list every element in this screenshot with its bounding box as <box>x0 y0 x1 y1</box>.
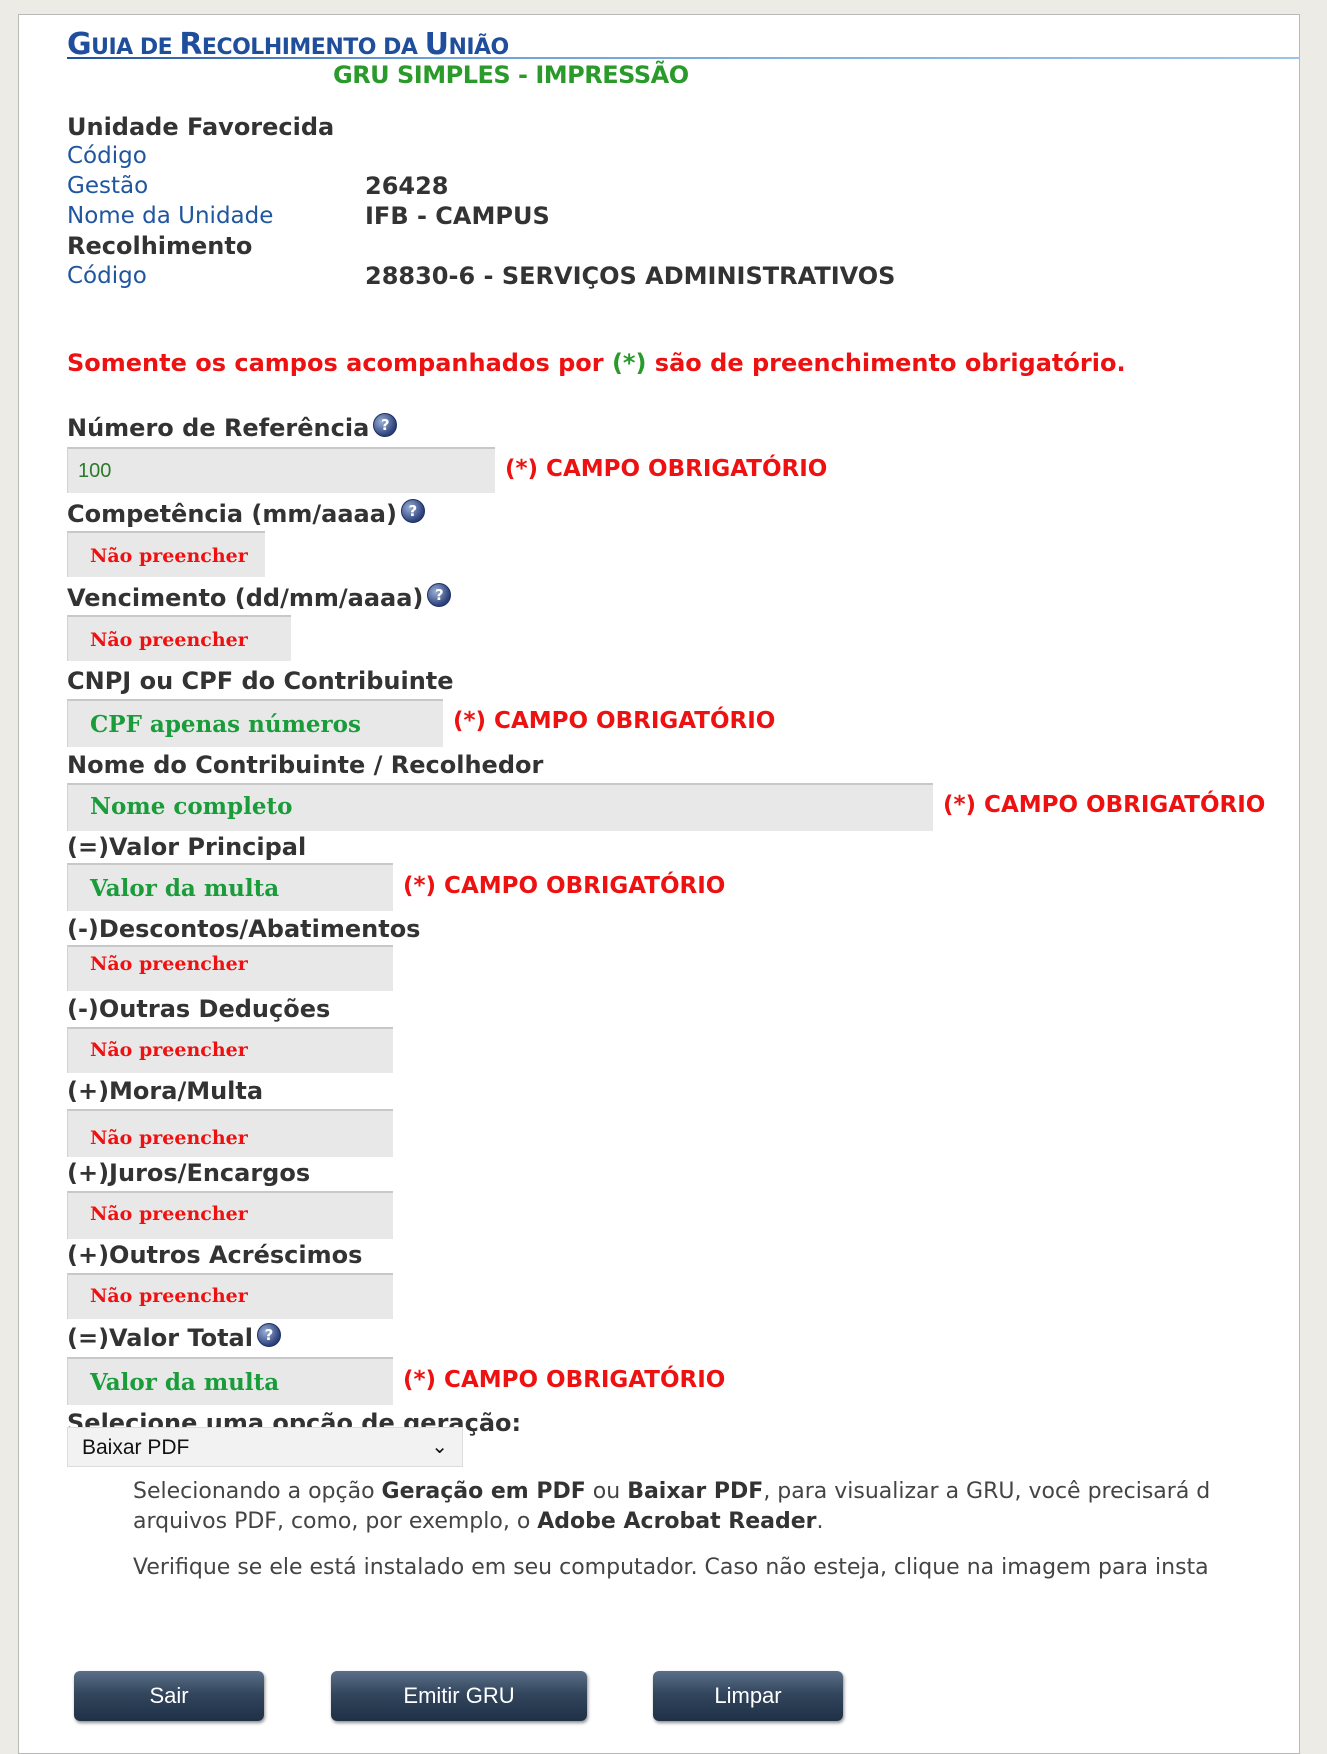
cnpj-cpf-label: CNPJ ou CPF do Contribuinte <box>67 667 454 695</box>
required-marker: (*) CAMPO OBRIGATÓRIO <box>403 1367 726 1393</box>
page-subtitle: GRU SIMPLES - IMPRESSÃO <box>333 61 689 89</box>
cnpj-cpf-input[interactable]: CPF apenas números <box>67 699 443 747</box>
geracao-selected-value: Baixar PDF <box>82 1436 190 1459</box>
sair-button[interactable]: Sair <box>74 1671 264 1721</box>
descontos-input[interactable]: Não preencher <box>67 945 393 991</box>
chevron-down-icon: ⌄ <box>431 1434 448 1458</box>
recolhimento-codigo-value: 28830-6 - SERVIÇOS ADMINISTRATIVOS <box>365 262 896 290</box>
pdf-info-line-1: Selecionando a opção Geração em PDF ou B… <box>133 1479 1211 1504</box>
required-marker: (*) CAMPO OBRIGATÓRIO <box>943 792 1266 818</box>
help-icon[interactable]: ? <box>373 413 398 437</box>
vencimento-input[interactable]: Não preencher <box>67 615 291 661</box>
help-icon[interactable]: ? <box>256 1323 281 1347</box>
limpar-button[interactable]: Limpar <box>653 1671 843 1721</box>
nome-contribuinte-input[interactable]: Nome completo <box>67 783 933 831</box>
descontos-label: (-)Descontos/Abatimentos <box>67 915 421 943</box>
title-underline <box>67 57 1299 59</box>
emitir-gru-button[interactable]: Emitir GRU <box>331 1671 587 1721</box>
nome-unidade-label: Nome da Unidade <box>67 203 274 229</box>
gestao-value: 26428 <box>365 172 449 200</box>
help-icon[interactable]: ? <box>400 499 425 523</box>
numero-referencia-label: Número de Referência? <box>67 413 398 442</box>
geracao-select[interactable]: Baixar PDF ⌄ <box>67 1427 463 1467</box>
unidade-heading: Unidade Favorecida <box>67 113 335 141</box>
recolhimento-codigo-label: Código <box>67 263 147 289</box>
valor-principal-input[interactable]: Valor da multa <box>67 863 393 911</box>
required-notice: Somente os campos acompanhados por (*) s… <box>67 349 1126 377</box>
required-marker: (*) CAMPO OBRIGATÓRIO <box>505 456 828 482</box>
numero-referencia-input[interactable]: 100 <box>67 447 495 493</box>
nome-contribuinte-label: Nome do Contribuinte / Recolhedor <box>67 751 544 779</box>
valor-principal-label: (=)Valor Principal <box>67 833 307 861</box>
mora-multa-label: (+)Mora/Multa <box>67 1077 264 1105</box>
help-icon[interactable]: ? <box>427 583 452 607</box>
nome-unidade-value: IFB - CAMPUS <box>365 202 550 230</box>
competencia-label: Competência (mm/aaaa)? <box>67 499 425 528</box>
gestao-label: Gestão <box>67 173 149 199</box>
outros-acrescimos-label: (+)Outros Acréscimos <box>67 1241 363 1269</box>
outros-acrescimos-input[interactable]: Não preencher <box>67 1273 393 1319</box>
competencia-input[interactable]: Não preencher <box>67 531 265 577</box>
outras-deducoes-input[interactable]: Não preencher <box>67 1027 393 1073</box>
valor-total-input[interactable]: Valor da multa <box>67 1357 393 1405</box>
pdf-info-line-3: Verifique se ele está instalado em seu c… <box>133 1555 1209 1580</box>
mora-multa-input[interactable]: Não preencher <box>67 1109 393 1157</box>
outras-deducoes-label: (-)Outras Deduções <box>67 995 331 1023</box>
valor-total-label: (=)Valor Total? <box>67 1323 281 1352</box>
juros-input[interactable]: Não preencher <box>67 1191 393 1239</box>
recolhimento-heading: Recolhimento <box>67 232 253 260</box>
juros-label: (+)Juros/Encargos <box>67 1159 311 1187</box>
pdf-info-line-2: arquivos PDF, como, por exemplo, o Adobe… <box>133 1509 824 1534</box>
vencimento-label: Vencimento (dd/mm/aaaa)? <box>67 583 452 612</box>
unidade-codigo-label: Código <box>67 143 147 169</box>
gru-form-panel: GUIA DE RECOLHIMENTO DA UNIÃO GRU SIMPLE… <box>18 14 1300 1754</box>
required-marker: (*) CAMPO OBRIGATÓRIO <box>453 708 776 734</box>
required-marker: (*) CAMPO OBRIGATÓRIO <box>403 873 726 899</box>
